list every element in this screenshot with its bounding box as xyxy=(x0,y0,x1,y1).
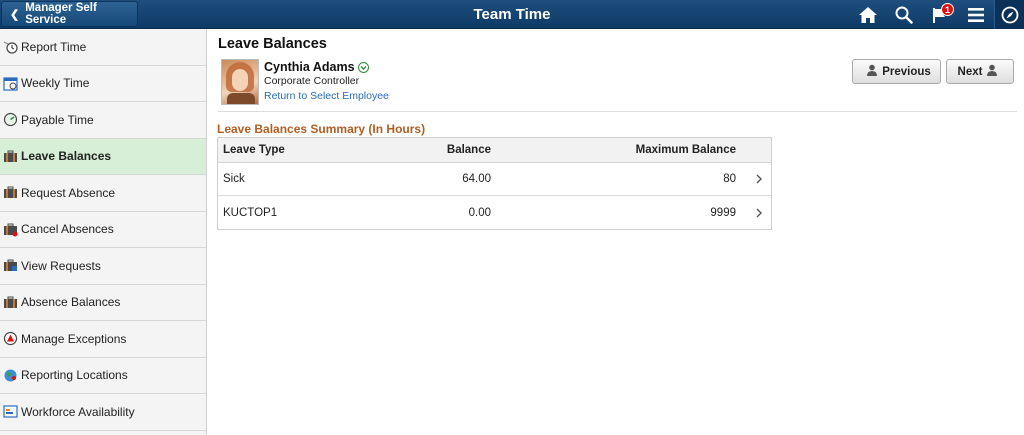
sidebar-item-label: Absence Balances xyxy=(21,295,121,310)
maximum-balance-cell: 80 xyxy=(723,173,736,185)
briefcase-icon xyxy=(3,149,18,164)
employee-title: Corporate Controller xyxy=(264,75,360,87)
header-actions: 1 xyxy=(850,0,1024,29)
sidebar-item-absence-balances[interactable]: Absence Balances xyxy=(0,285,206,321)
section-title: Leave Balances Summary (In Hours) xyxy=(217,122,426,136)
sidebar-item-label: Cancel Absences xyxy=(21,222,114,237)
related-actions-icon[interactable] xyxy=(357,61,369,73)
next-button-label: Next xyxy=(957,65,983,78)
page-title: Leave Balances xyxy=(218,36,327,52)
sidebar-item-leave-balances[interactable]: Leave Balances xyxy=(0,138,206,175)
person-icon xyxy=(986,64,998,79)
sidebar-item-label: Reporting Locations xyxy=(21,368,128,383)
sidebar: Report Time Weekly Time Payable Time Lea… xyxy=(0,29,207,435)
leave-balances-grid: Leave Type Balance Maximum Balance Sick … xyxy=(217,137,772,230)
column-header-maximum-balance: Maximum Balance xyxy=(635,144,736,156)
employee-name: Cynthia Adams xyxy=(264,60,355,74)
sidebar-item-cancel-absences[interactable]: Cancel Absences xyxy=(0,212,206,248)
balance-cell: 64.00 xyxy=(462,173,491,185)
sidebar-item-workforce-availability[interactable]: Workforce Availability xyxy=(0,394,206,431)
availability-icon xyxy=(3,404,18,419)
briefcase-cancel-icon xyxy=(3,222,18,237)
sidebar-item-report-time[interactable]: Report Time xyxy=(0,29,206,66)
next-button[interactable]: Next xyxy=(946,59,1014,84)
column-header-leave-type: Leave Type xyxy=(223,144,285,156)
back-button-label: Manager Self Service xyxy=(25,2,97,26)
employee-info: Cynthia Adams Corporate Controller Retur… xyxy=(264,59,389,105)
sidebar-item-view-requests[interactable]: View Requests xyxy=(0,248,206,285)
chevron-right-icon[interactable] xyxy=(753,163,765,195)
notifications-flag-icon[interactable]: 1 xyxy=(922,0,958,29)
leave-type-cell: Sick xyxy=(223,173,245,185)
sidebar-item-weekly-time[interactable]: Weekly Time xyxy=(0,66,206,102)
clock-icon xyxy=(3,39,18,54)
sidebar-item-label: View Requests xyxy=(21,258,101,273)
table-row[interactable]: Sick 64.00 80 xyxy=(218,163,771,196)
top-banner: ❮ Manager Self Service Team Time 1 xyxy=(0,0,1024,29)
sidebar-item-payable-time[interactable]: Payable Time xyxy=(0,102,206,139)
sidebar-item-label: Request Absence xyxy=(21,185,116,200)
sidebar-item-label: Payable Time xyxy=(21,112,94,127)
previous-button-label: Previous xyxy=(882,65,931,78)
menu-icon[interactable] xyxy=(958,0,994,29)
search-icon[interactable] xyxy=(886,0,922,29)
briefcase-icon xyxy=(3,185,18,200)
notification-badge: 1 xyxy=(941,3,954,16)
person-icon xyxy=(866,64,878,79)
leave-type-cell: KUCTOP1 xyxy=(223,206,278,219)
table-row[interactable]: KUCTOP1 0.00 9999 xyxy=(218,196,771,229)
employee-header: Cynthia Adams Corporate Controller Retur… xyxy=(221,59,389,105)
divider xyxy=(218,111,1017,112)
calendar-icon xyxy=(3,76,18,91)
sidebar-item-label: Leave Balances xyxy=(21,149,112,164)
navbar-compass-icon[interactable] xyxy=(994,0,1024,29)
briefcase-icon xyxy=(3,295,18,310)
sidebar-item-label: Workforce Availability xyxy=(21,404,135,419)
home-icon[interactable] xyxy=(850,0,886,29)
employee-photo xyxy=(221,59,259,105)
sidebar-item-label: Manage Exceptions xyxy=(21,331,127,346)
sidebar-item-request-absence[interactable]: Request Absence xyxy=(0,175,206,212)
employee-name-row[interactable]: Cynthia Adams xyxy=(264,60,389,74)
sidebar-item-manage-exceptions[interactable]: Manage Exceptions xyxy=(0,321,206,358)
return-to-select-employee-link[interactable]: Return to Select Employee xyxy=(264,90,389,102)
previous-button[interactable]: Previous xyxy=(852,59,941,84)
maximum-balance-cell: 9999 xyxy=(710,206,736,219)
gauge-icon xyxy=(3,112,18,127)
sidebar-item-label: Report Time xyxy=(21,39,87,54)
balance-cell: 0.00 xyxy=(468,206,491,219)
globe-icon xyxy=(3,368,18,383)
column-header-balance: Balance xyxy=(446,144,491,156)
chevron-left-icon: ❮ xyxy=(10,8,20,21)
back-button[interactable]: ❮ Manager Self Service xyxy=(1,1,138,27)
main-content: Leave Balances Cynthia Adams Corporate C… xyxy=(208,29,1024,435)
chevron-right-icon[interactable] xyxy=(753,196,765,229)
table-header-row: Leave Type Balance Maximum Balance xyxy=(218,138,771,163)
warning-circle-icon xyxy=(3,331,18,346)
sidebar-item-label: Weekly Time xyxy=(21,76,90,91)
briefcase-view-icon xyxy=(3,258,18,273)
sidebar-item-reporting-locations[interactable]: Reporting Locations xyxy=(0,358,206,394)
